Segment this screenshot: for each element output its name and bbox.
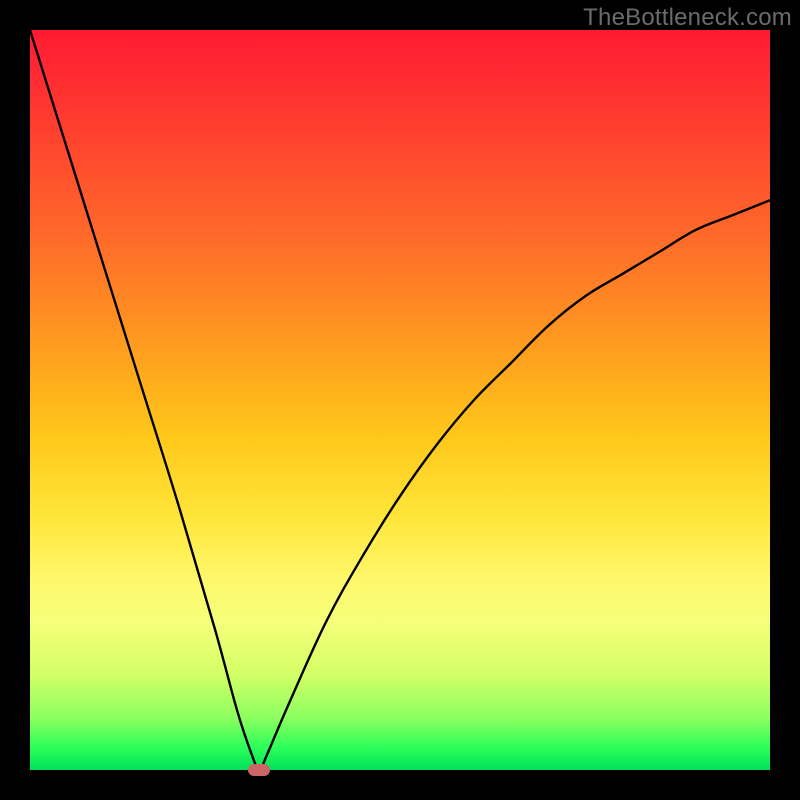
chart-plot-area <box>30 30 770 770</box>
watermark-text: TheBottleneck.com <box>583 4 792 32</box>
bottleneck-curve <box>30 30 770 770</box>
chart-frame: TheBottleneck.com <box>0 0 800 800</box>
